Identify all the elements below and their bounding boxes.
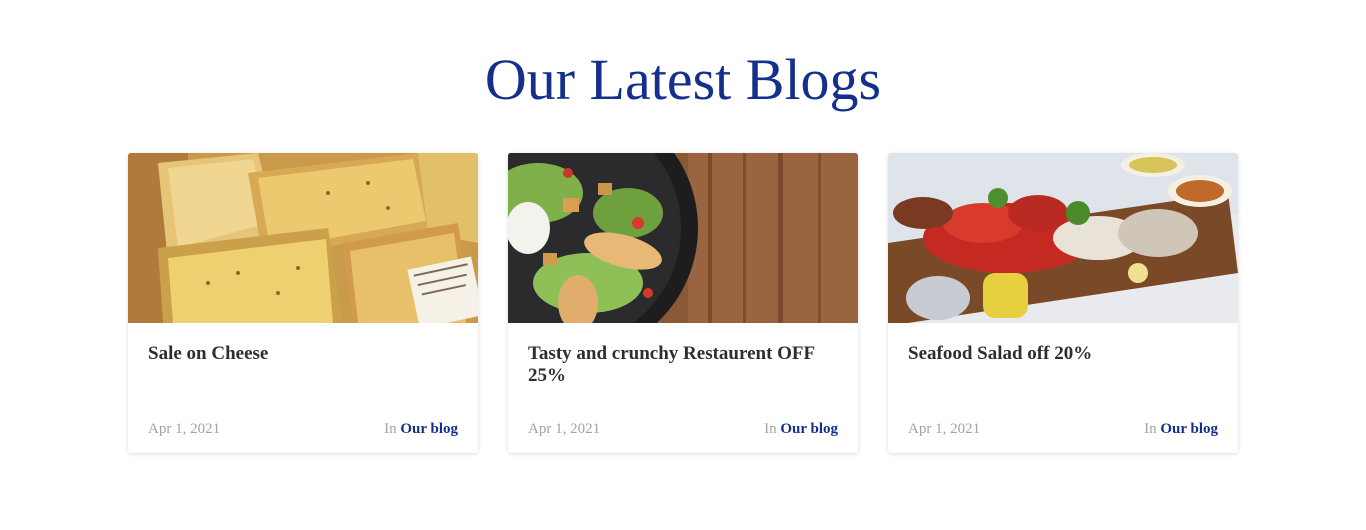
category-prefix: In bbox=[1144, 421, 1157, 437]
blog-card[interactable]: Tasty and crunchy Restaurent OFF 25% Apr… bbox=[508, 153, 858, 453]
category-prefix: In bbox=[764, 421, 777, 437]
category-link[interactable]: Our blog bbox=[780, 421, 838, 437]
blog-card-date: Apr 1, 2021 bbox=[908, 421, 981, 437]
cheese-image[interactable] bbox=[128, 153, 478, 323]
blog-card-list: Sale on Cheese Apr 1, 2021 In Our blog T… bbox=[128, 153, 1238, 453]
blog-card-category: In Our blog bbox=[384, 421, 458, 438]
category-link[interactable]: Our blog bbox=[1160, 421, 1218, 437]
salad-bowl-image[interactable] bbox=[508, 153, 858, 323]
blog-card-title[interactable]: Sale on Cheese bbox=[148, 343, 458, 365]
category-link[interactable]: Our blog bbox=[400, 421, 458, 437]
category-prefix: In bbox=[384, 421, 397, 437]
section-title: Our Latest Blogs bbox=[484, 47, 882, 112]
blog-card[interactable]: Sale on Cheese Apr 1, 2021 In Our blog bbox=[128, 153, 478, 453]
blog-card-category: In Our blog bbox=[1144, 421, 1218, 438]
blog-card[interactable]: Seafood Salad off 20% Apr 1, 2021 In Our… bbox=[888, 153, 1238, 453]
blog-card-date: Apr 1, 2021 bbox=[528, 421, 601, 437]
blog-card-title[interactable]: Seafood Salad off 20% bbox=[908, 343, 1218, 365]
seafood-platter-image[interactable] bbox=[888, 153, 1238, 323]
blog-card-title[interactable]: Tasty and crunchy Restaurent OFF 25% bbox=[528, 343, 838, 387]
blog-card-date: Apr 1, 2021 bbox=[148, 421, 221, 437]
blog-card-category: In Our blog bbox=[764, 421, 838, 438]
